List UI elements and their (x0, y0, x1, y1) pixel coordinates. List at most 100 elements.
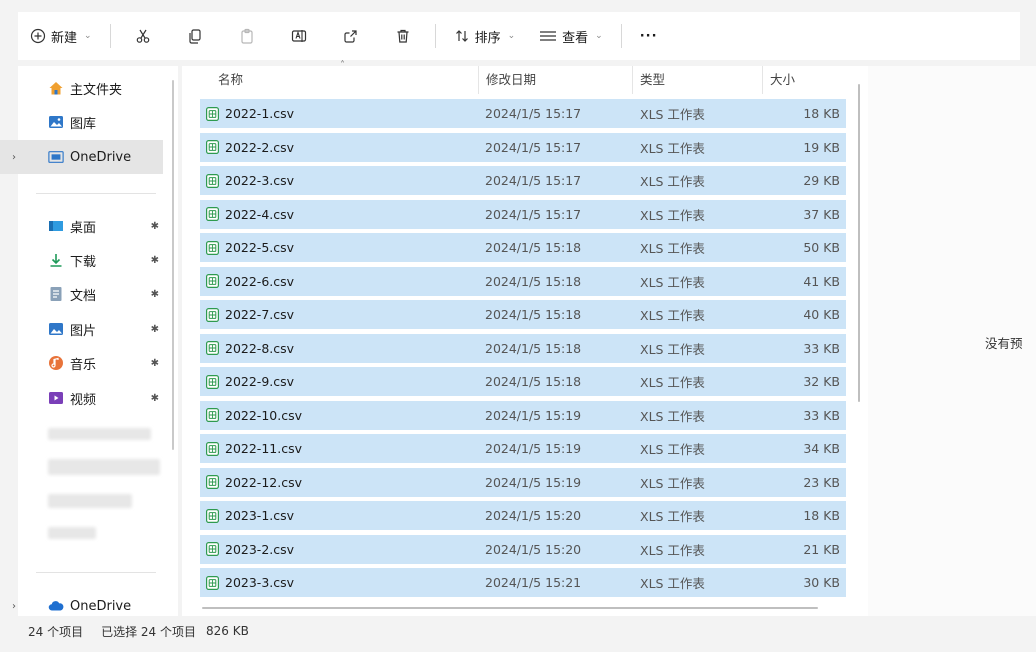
file-size: 19 KB (803, 139, 840, 155)
gallery-icon (48, 114, 64, 130)
nav-item-downloads[interactable]: 下载 ✱ (18, 243, 163, 277)
copy-button[interactable] (169, 12, 221, 60)
file-row[interactable]: 2022-6.csv 2024/1/5 15:18 XLS 工作表 41 KB (200, 266, 846, 296)
nav-item-pictures[interactable]: 图片 ✱ (18, 312, 163, 346)
horizontal-scrollbar[interactable] (202, 607, 818, 609)
file-type: XLS 工作表 (640, 442, 705, 457)
rename-button[interactable] (273, 12, 325, 60)
file-row[interactable]: 2022-7.csv 2024/1/5 15:18 XLS 工作表 40 KB (200, 300, 846, 329)
file-name: 2022-12.csv (225, 474, 302, 490)
trash-icon (397, 29, 409, 43)
document-icon (48, 286, 64, 302)
nav-item-desktop[interactable]: 桌面 ✱ (18, 209, 163, 243)
video-icon (48, 390, 64, 406)
column-header-name[interactable]: 名称 (218, 66, 243, 94)
file-row[interactable]: 2022-10.csv 2024/1/5 15:19 XLS 工作表 33 KB (200, 400, 846, 430)
sidebar-divider (36, 572, 156, 573)
share-button[interactable] (325, 12, 377, 60)
file-type: XLS 工作表 (640, 174, 705, 189)
file-row[interactable]: 2023-3.csv 2024/1/5 15:21 XLS 工作表 30 KB (200, 568, 846, 597)
toolbar-divider (620, 24, 622, 48)
toolbar-divider (109, 24, 111, 48)
column-header-modified[interactable]: 修改日期 (486, 66, 536, 94)
file-type: XLS 工作表 (640, 274, 705, 290)
more-options-button[interactable]: ··· (628, 12, 670, 60)
file-modified: 2024/1/5 15:18 (485, 340, 582, 356)
column-divider[interactable] (478, 66, 479, 94)
view-button[interactable]: 查看 ⌄ (527, 12, 615, 60)
redacted-folder (48, 494, 132, 508)
pin-icon[interactable]: ✱ (151, 255, 159, 266)
file-name-cell: 2022-2.csv (206, 140, 294, 155)
paste-button[interactable] (221, 12, 273, 60)
selection-size: 826 KB (206, 624, 249, 638)
desktop-icon (48, 218, 64, 234)
file-row[interactable]: 2022-1.csv 2024/1/5 15:17 XLS 工作表 18 KB (200, 99, 846, 128)
nav-item-label: 下载 (70, 254, 97, 270)
toolbar-divider (434, 24, 436, 48)
file-type: XLS 工作表 (640, 475, 705, 491)
file-row[interactable]: 2022-9.csv 2024/1/5 15:18 XLS 工作表 32 KB (200, 367, 846, 396)
nav-item-videos[interactable]: 视频 ✱ (18, 381, 163, 415)
sidebar-scrollbar[interactable] (172, 80, 174, 450)
nav-item-label: 图库 (70, 116, 97, 132)
column-divider[interactable] (632, 66, 633, 94)
file-type: XLS 工作表 (640, 107, 705, 122)
share-icon (343, 30, 357, 43)
nav-item-label: 文档 (70, 288, 97, 304)
add-circle-icon (30, 28, 46, 44)
file-size: 30 KB (803, 575, 840, 590)
file-name-cell: 2022-6.csv (206, 274, 294, 289)
file-modified: 2024/1/5 15:18 (485, 240, 582, 255)
redacted-folder (48, 527, 96, 539)
nav-item-label: 视频 (70, 392, 97, 408)
nav-item-onedrive[interactable]: › OneDrive (0, 140, 163, 174)
list-view-icon (540, 31, 557, 41)
pin-icon[interactable]: ✱ (151, 324, 159, 335)
file-name: 2022-1.csv (225, 106, 295, 121)
pin-icon[interactable]: ✱ (151, 289, 159, 300)
csv-file-icon (206, 542, 219, 556)
file-row[interactable]: 2022-12.csv 2024/1/5 15:19 XLS 工作表 23 KB (200, 467, 846, 497)
file-size: 50 KB (803, 240, 840, 255)
file-modified: 2024/1/5 15:17 (485, 173, 582, 188)
new-button[interactable]: 新建 ⌄ (18, 12, 104, 60)
nav-item-onedrive-bottom[interactable]: › OneDrive (12, 589, 163, 623)
file-row[interactable]: 2023-2.csv 2024/1/5 15:20 XLS 工作表 21 KB (200, 534, 846, 564)
file-name: 2022-8.csv (225, 340, 295, 356)
nav-item-home[interactable]: 主文件夹 (18, 71, 163, 105)
vertical-scrollbar[interactable] (858, 84, 860, 402)
column-header-type[interactable]: 类型 (640, 66, 665, 94)
file-row[interactable]: 2022-8.csv 2024/1/5 15:18 XLS 工作表 33 KB (200, 333, 846, 363)
sort-button[interactable]: 排序 ⌄ (442, 12, 528, 60)
file-row[interactable]: 2022-2.csv 2024/1/5 15:17 XLS 工作表 19 KB (200, 132, 846, 162)
column-divider[interactable] (762, 66, 763, 94)
file-modified: 2024/1/5 15:17 (485, 106, 582, 121)
rename-icon (291, 30, 306, 42)
file-name: 2022-11.csv (225, 441, 302, 456)
file-name: 2022-3.csv (225, 173, 295, 188)
column-header-size[interactable]: 大小 (770, 66, 795, 94)
pin-icon[interactable]: ✱ (151, 358, 159, 369)
sort-arrows-icon (455, 30, 468, 42)
file-name: 2022-5.csv (225, 240, 295, 255)
file-row[interactable]: 2022-4.csv 2024/1/5 15:17 XLS 工作表 37 KB (200, 199, 846, 229)
nav-item-gallery[interactable]: 图库 (18, 105, 163, 139)
file-row[interactable]: 2023-1.csv 2024/1/5 15:20 XLS 工作表 18 KB (200, 501, 846, 530)
file-row[interactable]: 2022-11.csv 2024/1/5 15:19 XLS 工作表 34 KB (200, 434, 846, 463)
file-row[interactable]: 2022-5.csv 2024/1/5 15:18 XLS 工作表 50 KB (200, 233, 846, 262)
file-name: 2022-7.csv (225, 307, 295, 322)
cut-button[interactable] (117, 12, 169, 60)
file-size: 34 KB (803, 441, 840, 456)
file-row[interactable]: 2022-3.csv 2024/1/5 15:17 XLS 工作表 29 KB (200, 166, 846, 195)
file-type: XLS 工作表 (640, 542, 705, 558)
file-name-cell: 2022-8.csv (206, 341, 294, 356)
command-bar: 新建 ⌄ 排序 ⌄ 查看 ⌄ ··· (18, 12, 1020, 60)
pin-icon[interactable]: ✱ (151, 221, 159, 232)
file-type: XLS 工作表 (640, 408, 705, 424)
pictures-icon (48, 321, 64, 337)
nav-item-music[interactable]: 音乐 ✱ (18, 346, 163, 380)
delete-button[interactable] (377, 12, 429, 60)
pin-icon[interactable]: ✱ (151, 393, 159, 404)
nav-item-documents[interactable]: 文档 ✱ (18, 277, 163, 311)
